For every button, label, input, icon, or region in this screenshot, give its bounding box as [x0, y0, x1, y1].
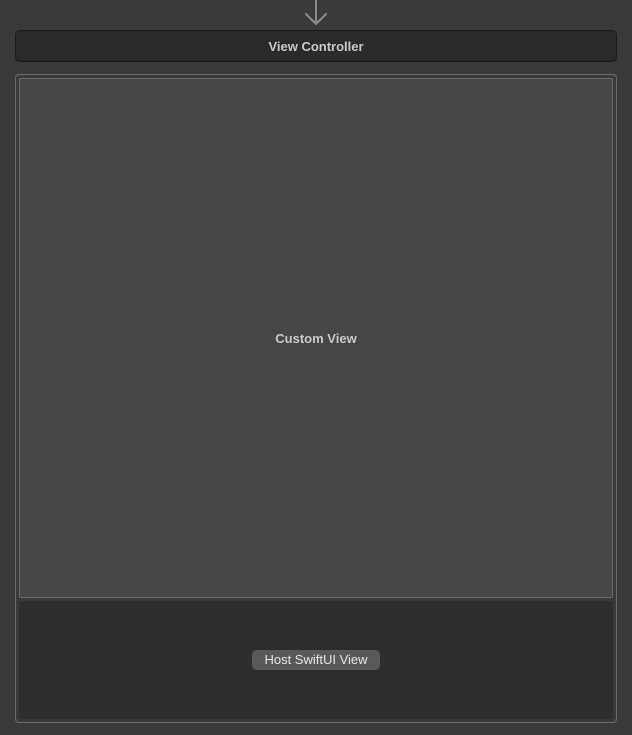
arrow-down-icon — [296, 0, 336, 30]
custom-view[interactable]: Custom View — [19, 78, 613, 598]
bottom-panel[interactable]: Host SwiftUI View — [19, 601, 613, 719]
view-controller-scene[interactable]: Custom View Host SwiftUI View — [15, 74, 617, 723]
view-controller-title: View Controller — [268, 39, 363, 54]
host-swiftui-view-button[interactable]: Host SwiftUI View — [252, 650, 379, 670]
view-controller-title-bar[interactable]: View Controller — [15, 30, 617, 62]
custom-view-label: Custom View — [275, 331, 356, 346]
host-button-label: Host SwiftUI View — [264, 652, 367, 667]
segue-arrow-container — [15, 0, 617, 30]
storyboard-canvas: View Controller Custom View Host SwiftUI… — [0, 0, 632, 735]
